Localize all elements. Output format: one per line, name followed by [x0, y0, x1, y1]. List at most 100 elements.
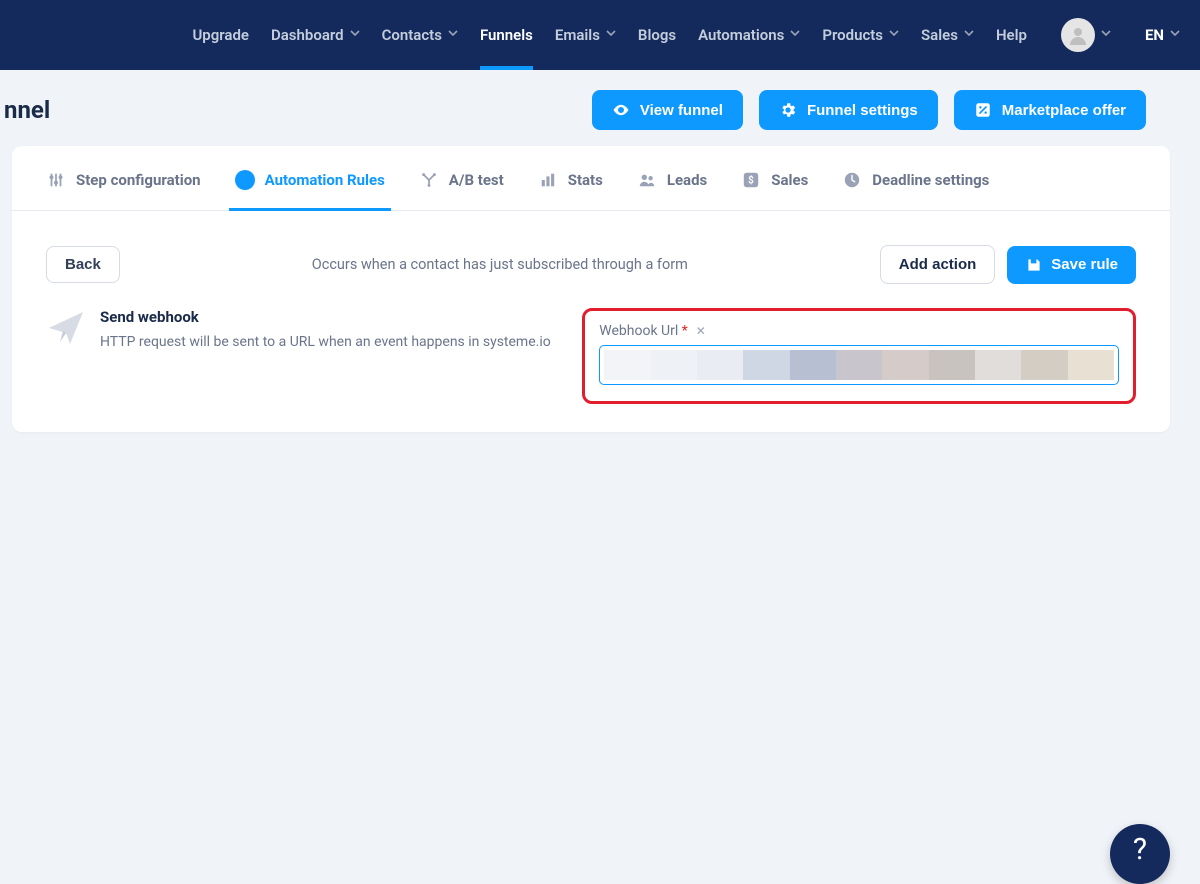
bars-icon — [538, 170, 558, 190]
redacted-segment — [1068, 350, 1114, 380]
action-row: Back Occurs when a contact has just subs… — [12, 211, 1170, 298]
funnel-settings-button[interactable]: Funnel settings — [759, 90, 938, 130]
redacted-segment — [836, 350, 882, 380]
page-title: nnel — [0, 96, 50, 124]
tab-automation-rules[interactable]: Automation Rules — [235, 170, 385, 210]
tab-label: Step configuration — [76, 171, 201, 189]
nav-label: Emails — [555, 0, 600, 70]
chevron-down-icon — [964, 30, 974, 40]
nav-label: Automations — [698, 0, 784, 70]
svg-text:$: $ — [748, 176, 754, 187]
language-switcher[interactable]: EN — [1145, 26, 1180, 44]
page-header: nnel View funnel Funnel settings Marketp… — [0, 70, 1200, 146]
tabs: Step configuration Automation Rules A/B … — [12, 146, 1170, 211]
nav-sales[interactable]: Sales — [921, 0, 974, 70]
header-buttons: View funnel Funnel settings Marketplace … — [592, 90, 1176, 130]
view-funnel-button[interactable]: View funnel — [592, 90, 743, 130]
tab-label: Deadline settings — [872, 171, 989, 189]
chevron-down-icon — [606, 30, 616, 40]
button-label: Marketplace offer — [1002, 102, 1126, 119]
nav-label: Help — [996, 0, 1027, 70]
rule-title: Send webhook — [100, 308, 551, 326]
help-fab[interactable]: ? — [1110, 824, 1170, 884]
redacted-segment — [929, 350, 975, 380]
redacted-segment — [975, 350, 1021, 380]
nav-label: Contacts — [382, 0, 442, 70]
save-icon — [1025, 256, 1043, 274]
nav-contacts[interactable]: Contacts — [382, 0, 458, 70]
redacted-segment — [1021, 350, 1067, 380]
nav-funnels[interactable]: Funnels — [480, 0, 533, 70]
tab-label: Sales — [771, 171, 808, 189]
redacted-segment — [743, 350, 789, 380]
nav-label: Products — [822, 0, 883, 70]
marketplace-offer-button[interactable]: Marketplace offer — [954, 90, 1146, 130]
nav-label: Funnels — [480, 0, 533, 70]
trigger-description: Occurs when a contact has just subscribe… — [132, 256, 868, 273]
button-label: Back — [65, 256, 101, 273]
people-icon — [637, 170, 657, 190]
rule-description: HTTP request will be sent to a URL when … — [100, 332, 551, 353]
main-card: Step configuration Automation Rules A/B … — [12, 146, 1170, 432]
button-label: Add action — [899, 256, 977, 273]
tab-deadline-settings[interactable]: Deadline settings — [842, 170, 989, 210]
add-action-button[interactable]: Add action — [880, 245, 996, 284]
nav-products[interactable]: Products — [822, 0, 899, 70]
eye-icon — [612, 101, 630, 119]
nav-emails[interactable]: Emails — [555, 0, 616, 70]
button-label: Funnel settings — [807, 102, 918, 119]
button-label: View funnel — [640, 102, 723, 119]
tab-step-configuration[interactable]: Step configuration — [46, 170, 201, 210]
nav-blogs[interactable]: Blogs — [638, 0, 676, 70]
back-button[interactable]: Back — [46, 246, 120, 283]
tab-sales[interactable]: $ Sales — [741, 170, 808, 210]
nav-label: Sales — [921, 0, 958, 70]
tab-ab-test[interactable]: A/B test — [419, 170, 504, 210]
tab-label: A/B test — [449, 171, 504, 189]
top-nav: Upgrade Dashboard Contacts Funnels Email… — [0, 0, 1200, 70]
chevron-down-icon — [790, 30, 800, 40]
nav-upgrade[interactable]: Upgrade — [192, 0, 249, 70]
save-rule-button[interactable]: Save rule — [1007, 246, 1136, 284]
clock-icon — [842, 170, 862, 190]
chevron-down-icon — [889, 30, 899, 40]
redacted-segment — [882, 350, 928, 380]
nav-help[interactable]: Help — [996, 0, 1027, 70]
tab-leads[interactable]: Leads — [637, 170, 707, 210]
nav-automations[interactable]: Automations — [698, 0, 800, 70]
chevron-down-icon[interactable] — [1101, 30, 1111, 40]
webhook-url-highlight: Webhook Url * ✕ — [582, 308, 1136, 404]
nav-label: Dashboard — [271, 0, 344, 70]
percent-icon — [974, 101, 992, 119]
chevron-down-icon — [1170, 30, 1180, 40]
help-label: ? — [1133, 832, 1147, 867]
rule-block: Send webhook HTTP request will be sent t… — [12, 298, 1170, 404]
dollar-icon: $ — [741, 170, 761, 190]
split-icon — [419, 170, 439, 190]
tab-stats[interactable]: Stats — [538, 170, 603, 210]
redacted-segment — [790, 350, 836, 380]
webhook-url-input[interactable] — [599, 345, 1119, 385]
redacted-segment — [604, 350, 650, 380]
sliders-icon — [46, 170, 66, 190]
redacted-segment — [651, 350, 697, 380]
chevron-down-icon — [448, 30, 458, 40]
button-label: Save rule — [1051, 256, 1118, 273]
tab-label: Leads — [667, 171, 707, 189]
bolt-icon — [235, 170, 255, 190]
chevron-down-icon — [350, 30, 360, 40]
gear-icon — [779, 101, 797, 119]
field-label: Webhook Url * — [599, 323, 687, 339]
avatar[interactable] — [1061, 18, 1095, 52]
redacted-segment — [697, 350, 743, 380]
close-icon[interactable]: ✕ — [696, 324, 706, 338]
paper-plane-icon — [46, 308, 86, 404]
lang-label: EN — [1145, 26, 1164, 44]
tab-label: Stats — [568, 171, 603, 189]
nav-dashboard[interactable]: Dashboard — [271, 0, 360, 70]
nav-label: Upgrade — [192, 0, 249, 70]
nav-items: Upgrade Dashboard Contacts Funnels Email… — [192, 0, 1180, 70]
rule-summary: Send webhook HTTP request will be sent t… — [46, 308, 558, 404]
nav-label: Blogs — [638, 0, 676, 70]
tab-label: Automation Rules — [265, 171, 385, 189]
